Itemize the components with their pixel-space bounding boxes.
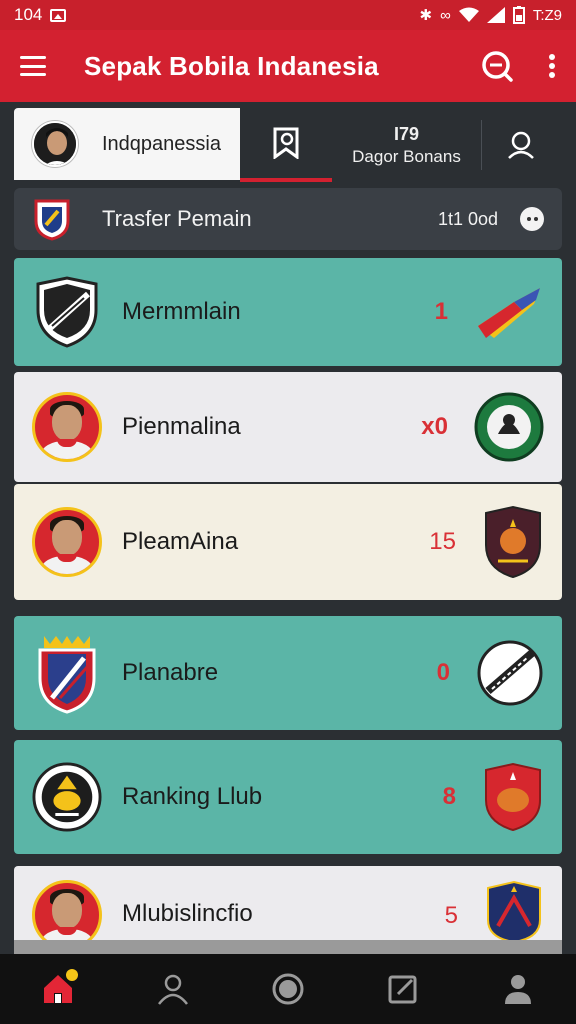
transfer-value: 1t1 0od: [437, 208, 498, 229]
circle-icon: [272, 973, 304, 1005]
account-icon: [505, 975, 532, 1004]
avatar: [32, 121, 78, 167]
club-badge-icon: [474, 392, 544, 462]
more-options-button[interactable]: [520, 207, 544, 231]
list-item-count: 15: [429, 528, 456, 555]
divider: [14, 940, 562, 954]
edit-icon: [388, 975, 417, 1004]
club-shield-icon: [487, 880, 541, 942]
nav-edit[interactable]: [373, 959, 433, 1019]
tab-user[interactable]: [482, 108, 562, 182]
transfer-label: Trasfer Pemain: [102, 206, 252, 231]
player-avatar: [32, 392, 102, 462]
user-search-icon: [508, 131, 534, 159]
nav-profile[interactable]: [143, 959, 203, 1019]
nav-account[interactable]: [488, 959, 548, 1019]
status-bar: 104 ✱ ∞ T:Z9: [0, 0, 576, 30]
nav-home[interactable]: [28, 959, 88, 1019]
tab-stats[interactable]: I79 Dagor Bonans: [332, 120, 482, 170]
bookmark-icon: [273, 127, 299, 159]
vibrate-icon: ∞: [440, 6, 451, 24]
club-emblem-icon: [485, 762, 541, 832]
person-icon: [157, 974, 188, 1005]
battery-icon: [512, 6, 525, 24]
tab-country-label: Indqpanessia: [102, 132, 221, 155]
status-time: 104: [14, 5, 43, 24]
list-item-name: Mermmlain: [122, 298, 241, 325]
club-shield-icon: [485, 505, 541, 579]
app-bar: Sepak Bobila Indanesia: [0, 30, 576, 102]
notification-badge: [65, 969, 78, 981]
tab-stats-label: Dagor Bonans: [352, 146, 461, 166]
list-item-name: Planabre: [122, 659, 219, 686]
club-crest-icon: [32, 276, 102, 348]
more-vert-icon[interactable]: [548, 53, 556, 79]
list-item-name: Pienmalina: [122, 413, 241, 440]
club-crest-icon: [32, 762, 102, 832]
image-notification-icon: [50, 8, 67, 22]
club-logo-icon: [477, 640, 543, 706]
list-item-count: 0: [436, 659, 450, 686]
list-item[interactable]: PleamAina 15: [14, 484, 562, 600]
wifi-icon: [458, 7, 479, 22]
bottom-navigation: [0, 954, 576, 1024]
menu-icon[interactable]: [20, 56, 46, 76]
nav-ball[interactable]: [258, 959, 318, 1019]
list-item[interactable]: Planabre 0: [14, 616, 562, 730]
club-crest-icon: [34, 199, 70, 241]
list-item-name: Mlubislincfio: [122, 900, 253, 927]
tab-bar: Indqpanessia I79 Dagor Bonans: [14, 108, 562, 182]
tab-bookmark[interactable]: [240, 108, 332, 182]
tab-stats-number: I79: [393, 123, 420, 144]
list-item-name: Ranking Llub: [122, 783, 263, 810]
list-item[interactable]: Mermmlain 1: [14, 258, 562, 366]
transfer-bar[interactable]: Trasfer Pemain 1t1 0od: [14, 188, 562, 250]
club-crest-icon: [32, 636, 102, 714]
list-item-count: 5: [444, 902, 458, 929]
list-item[interactable]: Ranking Llub 8: [14, 740, 562, 854]
app-title: Sepak Bobila Indanesia: [84, 50, 379, 81]
tab-country[interactable]: Indqpanessia: [14, 108, 240, 180]
signal-icon: [486, 7, 505, 23]
search-icon[interactable]: [480, 49, 514, 83]
bluetooth-icon: ✱: [419, 7, 433, 24]
list-item-count: 1: [434, 298, 448, 325]
list-item-count: x0: [421, 413, 448, 440]
player-avatar: [32, 507, 102, 577]
list-item-count: 8: [442, 783, 456, 810]
list-item[interactable]: Pienmalina x0: [14, 372, 562, 482]
list-item-name: PleamAina: [122, 528, 239, 555]
status-clock: T:Z9: [532, 6, 562, 24]
flag-icon: [478, 288, 540, 338]
